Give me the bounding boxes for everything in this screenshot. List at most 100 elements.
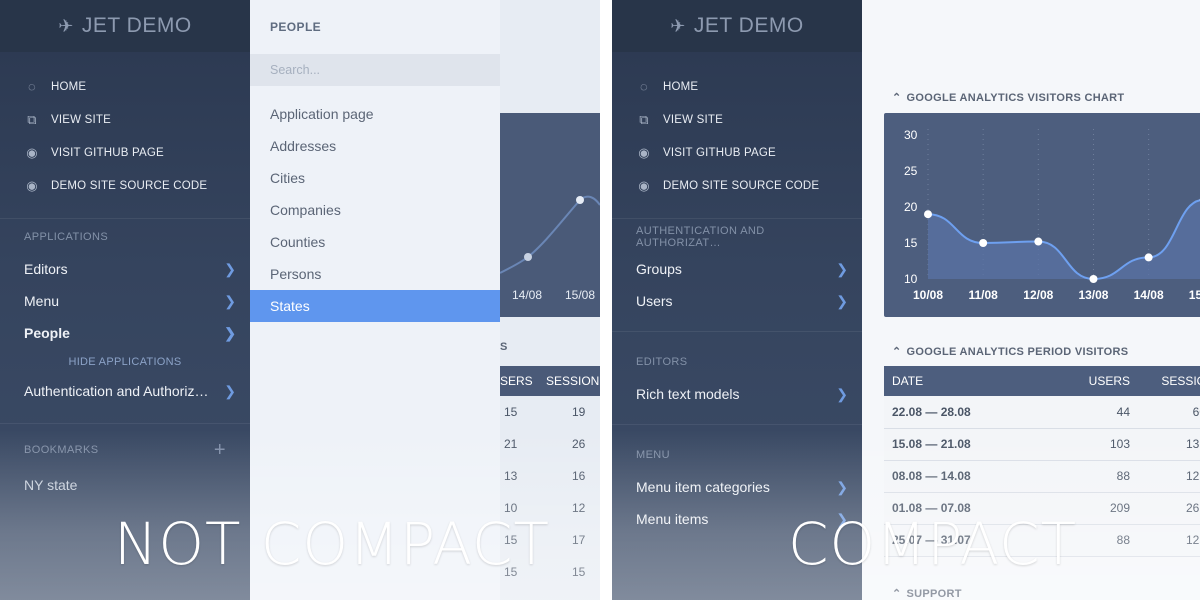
dropdown-item-persons[interactable]: Persons bbox=[250, 258, 500, 290]
support-heading[interactable]: ⌃ SUPPORT bbox=[892, 587, 962, 600]
data-point bbox=[1089, 275, 1098, 283]
section-label: MENU bbox=[636, 449, 670, 461]
home-icon: ◌ bbox=[28, 79, 36, 94]
cell-users: 103 bbox=[1054, 428, 1138, 461]
compact-caption: COMPACT bbox=[788, 510, 1078, 578]
github-icon: ◉ bbox=[26, 177, 38, 193]
not-compact-panel: ✈ JET DEMO ◌ HOME ⧉ VIEW SITE ◉ VISIT GITHUB… bbox=[0, 0, 600, 600]
rocket-icon: ✈ bbox=[670, 15, 686, 36]
cell-date: 22.08 — 28.08 bbox=[884, 396, 1054, 429]
brand-label: JET DEMO bbox=[81, 14, 192, 37]
peek-row: 21 26 bbox=[500, 428, 600, 460]
nav-item-people[interactable]: People ❯ bbox=[0, 317, 250, 349]
add-bookmark-icon[interactable]: + bbox=[214, 439, 226, 462]
divider bbox=[0, 423, 250, 424]
link-home[interactable]: ◌ HOME bbox=[0, 70, 250, 103]
applications-title: APPLICATIONS bbox=[0, 221, 250, 253]
nav-label: Menu item categories bbox=[636, 479, 770, 495]
cell-sessions: 125 bbox=[1138, 524, 1200, 557]
nav-item-editors[interactable]: Editors ❯ bbox=[0, 253, 250, 285]
link-github[interactable]: ◉ VISIT GITHUB PAGE bbox=[612, 136, 862, 169]
chevron-up-icon: ⌃ bbox=[892, 588, 902, 600]
visitors-chart-svg: 10 15 20 25 30 10/08 11/08 12/08 13/08 14/08 15/08 bbox=[904, 128, 1200, 302]
column-header-date[interactable]: DATE bbox=[884, 366, 1054, 396]
nav-item-menu-item-categories[interactable]: Menu item categories ❯ bbox=[612, 471, 862, 503]
peek-cell: 15 bbox=[572, 565, 586, 579]
dropdown-item-companies[interactable]: Companies bbox=[250, 194, 500, 226]
x-tick-label: 11/08 bbox=[968, 288, 998, 302]
nav-label: Menu items bbox=[636, 511, 709, 527]
dropdown-title: PEOPLE bbox=[270, 20, 322, 34]
nav-label: Groups bbox=[636, 261, 682, 277]
dropdown-item-cities[interactable]: Cities bbox=[250, 162, 500, 194]
nav-label: Menu bbox=[24, 293, 60, 309]
hide-applications-button[interactable]: HIDE APPLICATIONS bbox=[0, 349, 250, 375]
nav-item-auth[interactable]: Authentication and Authoriz… ❯ bbox=[0, 375, 250, 407]
chevron-right-icon: ❯ bbox=[836, 478, 848, 495]
bookmark-item[interactable]: NY state bbox=[0, 466, 250, 504]
cell-users: 44 bbox=[1054, 396, 1138, 429]
github-icon: ◉ bbox=[26, 144, 38, 160]
chevron-right-icon: ❯ bbox=[836, 385, 848, 402]
nav-item-menu[interactable]: Menu ❯ bbox=[0, 285, 250, 317]
peek-row: 15 19 bbox=[500, 396, 600, 428]
peek-cell: 15 bbox=[504, 405, 518, 419]
divider bbox=[0, 218, 250, 219]
github-icon: ◉ bbox=[638, 177, 650, 193]
brand[interactable]: ✈ JET DEMO bbox=[612, 0, 862, 52]
y-tick-label: 15 bbox=[904, 236, 918, 250]
visitors-chart: 10 15 20 25 30 10/08 11/08 12/08 13/08 14/08 15/08 bbox=[884, 113, 1200, 317]
data-point bbox=[1034, 237, 1043, 246]
not-compact-caption: NOT COMPACT bbox=[114, 510, 550, 578]
dropdown-item-addresses[interactable]: Addresses bbox=[250, 130, 500, 162]
table-row: 22.08 — 28.084460 bbox=[884, 396, 1200, 429]
link-label: VISIT GITHUB PAGE bbox=[51, 146, 164, 159]
x-tick-label: 12/08 bbox=[1023, 288, 1053, 302]
dropdown-item-counties[interactable]: Counties bbox=[250, 226, 500, 258]
nav-label: Editors bbox=[24, 261, 68, 277]
dropdown-item-application-page[interactable]: Application page bbox=[250, 98, 500, 130]
section-label: EDITORS bbox=[636, 356, 688, 368]
link-source-code[interactable]: ◉ DEMO SITE SOURCE CODE bbox=[612, 169, 862, 202]
peek-heading: S bbox=[500, 341, 508, 353]
cell-sessions: 122 bbox=[1138, 460, 1200, 493]
link-home[interactable]: ◌ HOME bbox=[612, 70, 862, 103]
compact-panel: ✈ JET DEMO ◌ HOME ⧉ VIEW SITE ◉ VISIT GITHUB… bbox=[612, 0, 1200, 600]
chart-heading[interactable]: ⌃ GOOGLE ANALYTICS VISITORS CHART bbox=[892, 91, 1124, 104]
peek-cell: 13 bbox=[504, 469, 518, 483]
peek-cell: 26 bbox=[572, 437, 586, 451]
period-heading[interactable]: ⌃ GOOGLE ANALYTICS PERIOD VISITORS bbox=[892, 345, 1128, 358]
link-source-code[interactable]: ◉ DEMO SITE SOURCE CODE bbox=[0, 169, 250, 202]
y-tick-label: 30 bbox=[904, 128, 918, 142]
cell-users: 88 bbox=[1054, 460, 1138, 493]
link-label: VIEW SITE bbox=[663, 113, 723, 126]
search-input[interactable] bbox=[250, 54, 500, 86]
link-label: HOME bbox=[51, 80, 87, 93]
column-header-users[interactable]: USERS bbox=[1054, 366, 1138, 396]
y-tick-label: 20 bbox=[904, 200, 918, 214]
dropdown-item-states[interactable]: States bbox=[250, 290, 500, 322]
brand[interactable]: ✈ JET DEMO bbox=[0, 0, 250, 52]
external-site-icon: ⧉ bbox=[639, 111, 649, 127]
x-tick-label: 14/08 bbox=[1134, 288, 1164, 302]
column-header-sessions[interactable]: SESSIO bbox=[1138, 366, 1200, 396]
cell-date: 08.08 — 14.08 bbox=[884, 460, 1054, 493]
link-label: VIEW SITE bbox=[51, 113, 111, 126]
section-label: AUTHENTICATION AND AUTHORIZAT… bbox=[636, 225, 765, 249]
nav-item-groups[interactable]: Groups ❯ bbox=[612, 253, 862, 285]
dropdown-list: Application page Addresses Cities Compan… bbox=[250, 86, 500, 322]
chevron-right-icon: ❯ bbox=[836, 292, 848, 309]
peek-row: 13 16 bbox=[500, 460, 600, 492]
peek-line bbox=[500, 195, 600, 274]
chevron-up-icon: ⌃ bbox=[892, 92, 902, 104]
nav-item-rich-text-models[interactable]: Rich text models ❯ bbox=[612, 378, 862, 410]
peek-point bbox=[524, 253, 532, 261]
nav-item-users[interactable]: Users ❯ bbox=[612, 285, 862, 317]
link-view-site[interactable]: ⧉ VIEW SITE bbox=[0, 103, 250, 136]
nav-label: Authentication and Authoriz… bbox=[24, 383, 209, 399]
chevron-up-icon: ⌃ bbox=[892, 346, 902, 358]
link-view-site[interactable]: ⧉ VIEW SITE bbox=[612, 103, 862, 136]
peek-cell: 17 bbox=[572, 533, 586, 547]
chevron-right-icon: ❯ bbox=[224, 260, 236, 277]
link-github[interactable]: ◉ VISIT GITHUB PAGE bbox=[0, 136, 250, 169]
